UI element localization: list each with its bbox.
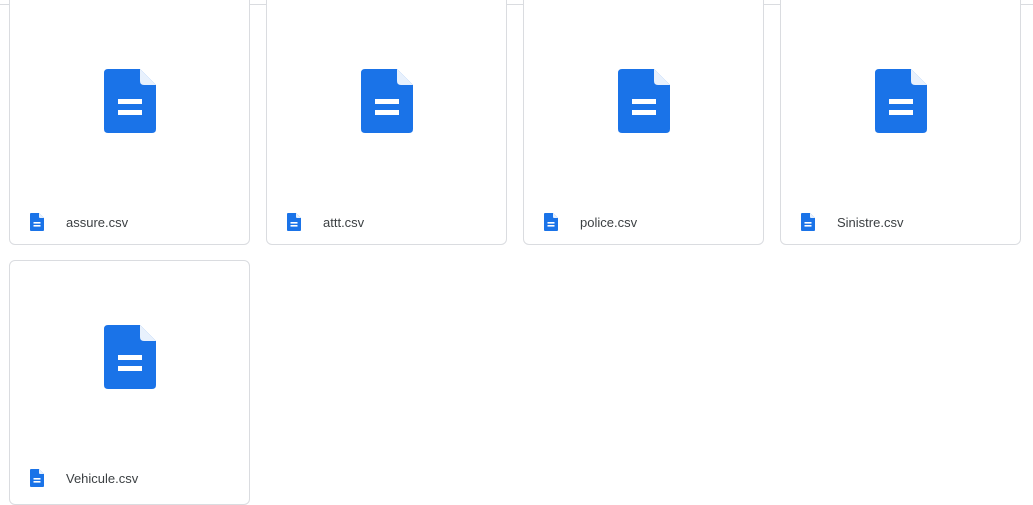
file-card-footer: Vehicule.csv: [30, 468, 237, 488]
doc-file-icon: [287, 213, 301, 231]
file-grid: assure.csv attt.csv police.csv Sinistre.…: [0, 0, 1033, 505]
file-card-vehicule[interactable]: Vehicule.csv: [9, 260, 250, 505]
file-preview: [524, 69, 763, 133]
file-card-attt[interactable]: attt.csv: [266, 0, 507, 245]
doc-preview-icon: [360, 69, 413, 133]
doc-preview-icon: [103, 69, 156, 133]
file-preview: [267, 69, 506, 133]
doc-preview-icon: [103, 325, 156, 389]
file-card-assure[interactable]: assure.csv: [9, 0, 250, 245]
file-card-police[interactable]: police.csv: [523, 0, 764, 245]
file-name: assure.csv: [66, 214, 129, 230]
doc-file-icon: [544, 213, 558, 231]
file-card-sinistre[interactable]: Sinistre.csv: [780, 0, 1021, 245]
file-preview: [10, 69, 249, 133]
file-preview: [781, 69, 1020, 133]
file-card-footer: Sinistre.csv: [801, 212, 1008, 232]
doc-preview-icon: [874, 69, 927, 133]
doc-preview-icon: [617, 69, 670, 133]
file-name: Sinistre.csv: [837, 214, 904, 230]
file-name: attt.csv: [323, 214, 365, 230]
doc-file-icon: [30, 469, 44, 487]
file-preview: [10, 325, 249, 389]
file-card-footer: assure.csv: [30, 212, 237, 232]
file-card-footer: attt.csv: [287, 212, 494, 232]
doc-file-icon: [801, 213, 815, 231]
doc-file-icon: [30, 213, 44, 231]
file-card-footer: police.csv: [544, 212, 751, 232]
file-name: police.csv: [580, 214, 638, 230]
file-name: Vehicule.csv: [66, 470, 139, 486]
